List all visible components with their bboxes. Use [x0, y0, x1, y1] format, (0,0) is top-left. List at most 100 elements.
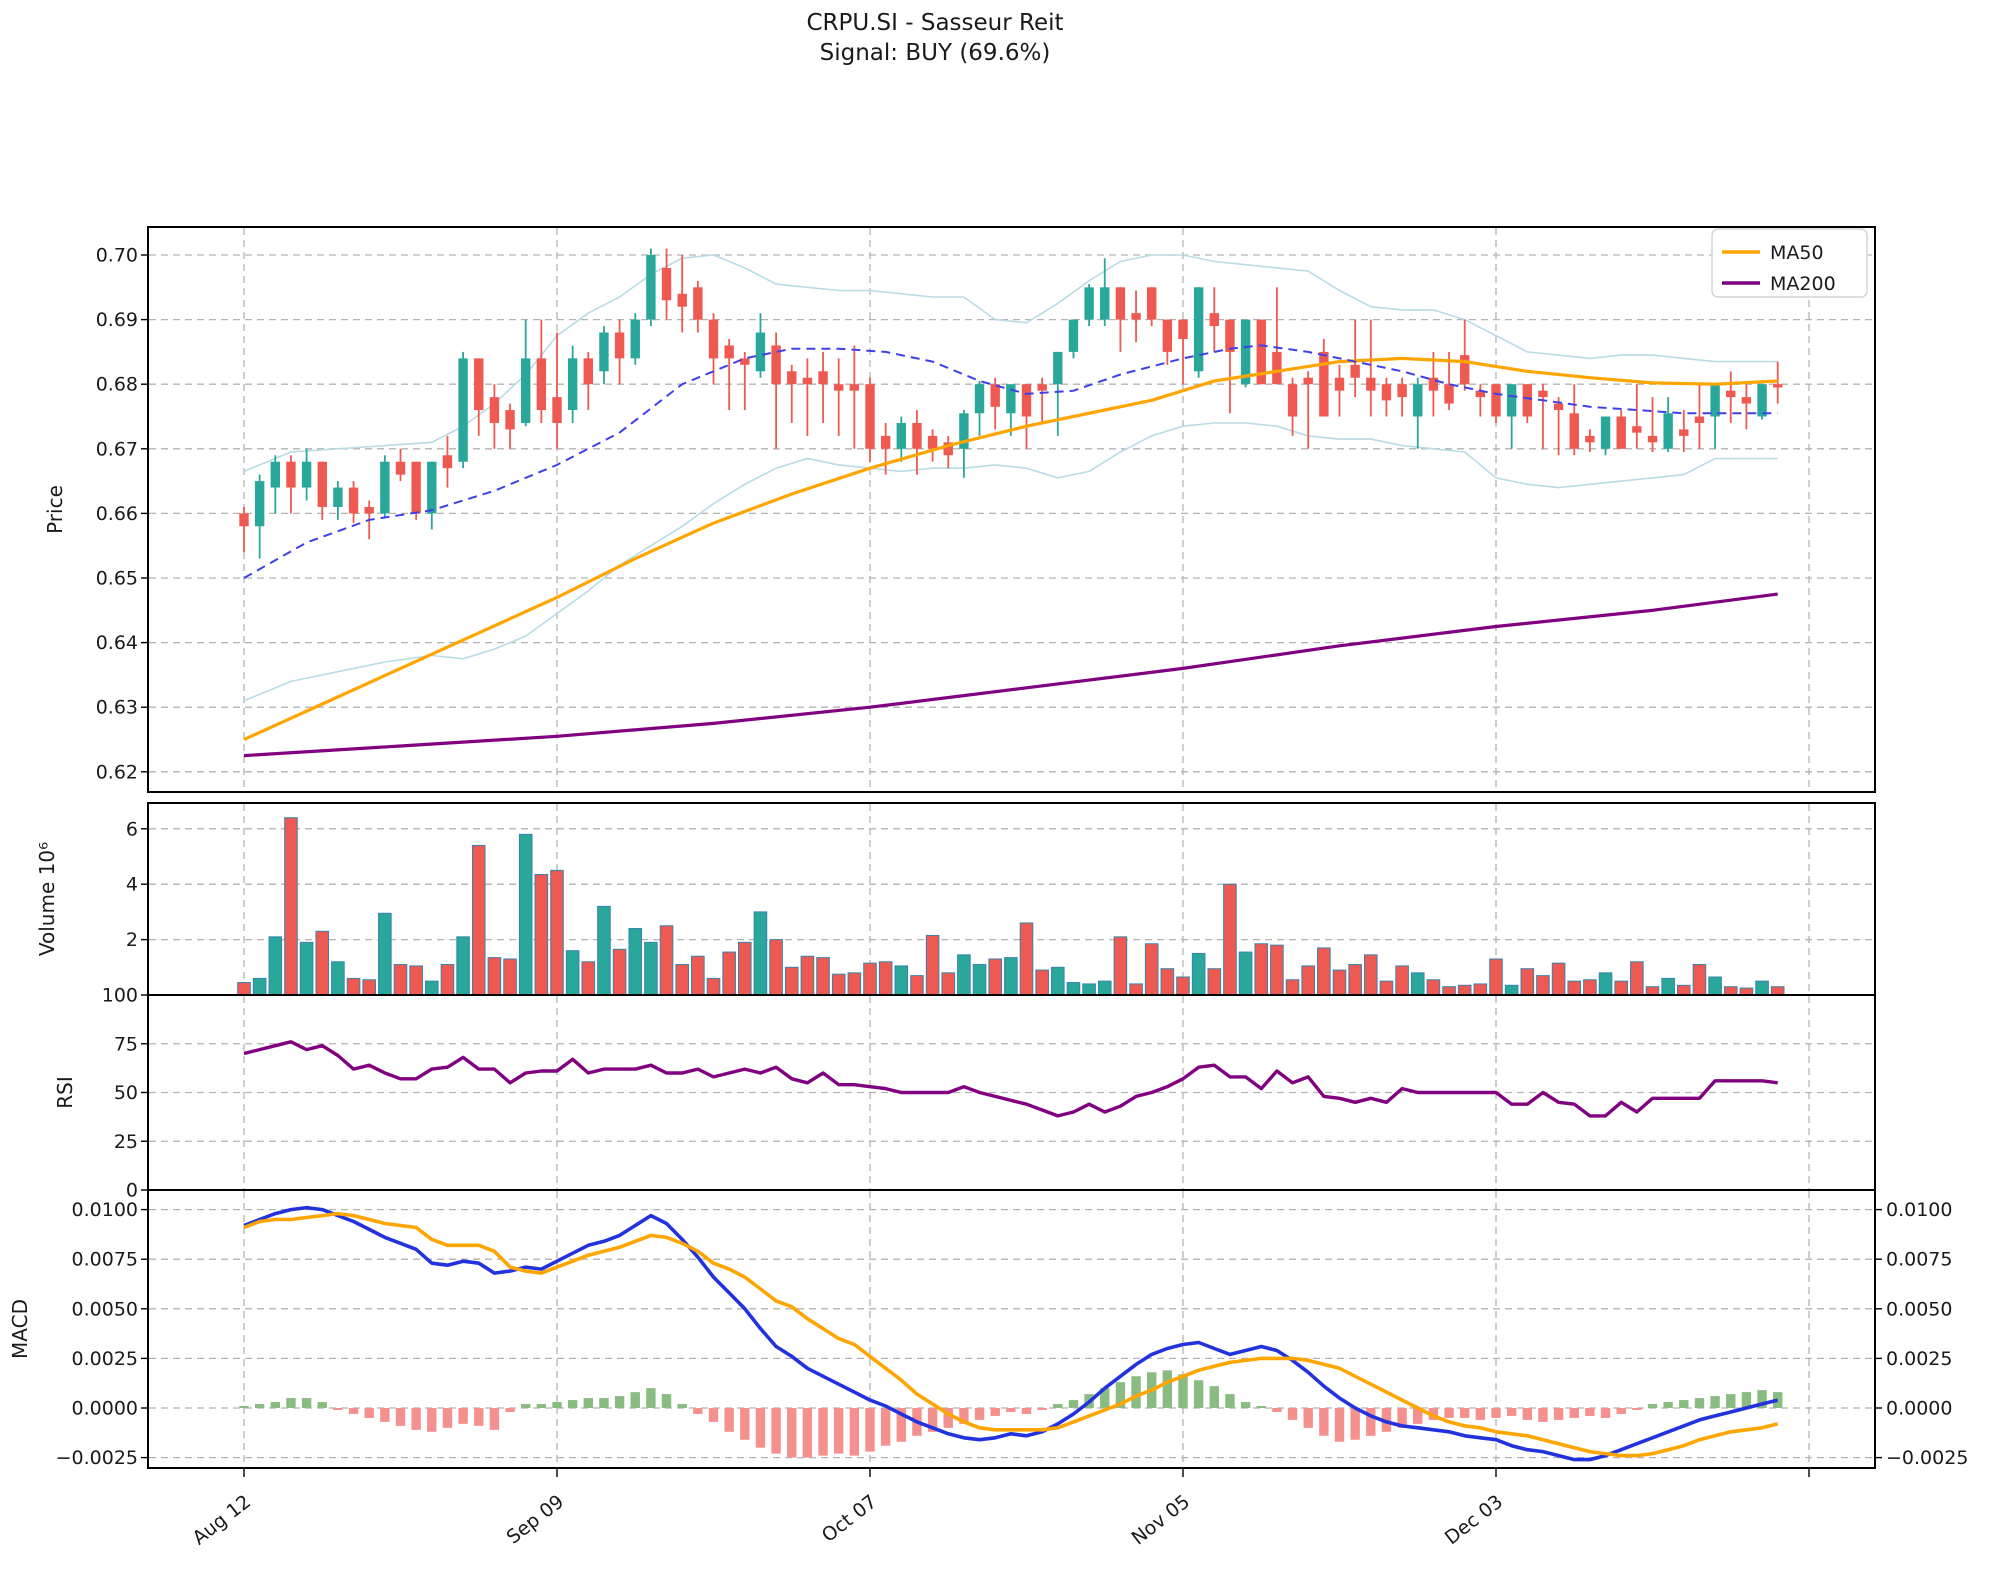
macd-hist-bar	[364, 1408, 374, 1418]
candle-body	[1616, 416, 1626, 449]
price-ytick-label: 0.63	[96, 697, 138, 719]
candle-body	[552, 397, 562, 423]
volume-bar	[1144, 943, 1159, 996]
macd-hist-bar	[1600, 1408, 1611, 1418]
volume-bar	[1504, 984, 1519, 995]
macd-hist-bar	[552, 1402, 562, 1408]
candle-body	[301, 461, 312, 488]
volume-bar	[925, 934, 940, 996]
volume-bar	[409, 965, 423, 995]
price-axis-label: Price	[43, 485, 67, 534]
macd-hist-bar	[1193, 1380, 1204, 1408]
volume-bar	[816, 957, 830, 995]
candle-body	[1491, 384, 1501, 417]
macd-hist-bar	[567, 1400, 578, 1408]
volume-bar	[691, 955, 705, 995]
volume-bar	[237, 982, 251, 995]
volume-bar	[378, 912, 392, 995]
macd-ytick-label: 0.0100	[72, 1199, 138, 1221]
candle-body	[1413, 384, 1423, 417]
candle-body	[333, 487, 343, 507]
macd-hist-bar	[990, 1408, 1000, 1416]
candle-body	[661, 267, 672, 301]
volume-bar	[1723, 986, 1738, 996]
macd-hist-bar	[1037, 1408, 1047, 1410]
price-ytick-label: 0.66	[96, 503, 138, 525]
candle-body	[1319, 351, 1329, 417]
candle-body	[1037, 384, 1047, 391]
candle-body	[880, 435, 891, 449]
macd-hist-bar	[505, 1408, 515, 1412]
macd-hist-bar	[834, 1408, 844, 1454]
rsi-ytick-label: 50	[114, 1082, 138, 1104]
volume-bar	[440, 964, 455, 996]
candle-body	[802, 377, 813, 385]
volume-ytick-label: 6	[126, 818, 138, 840]
candle-body	[489, 397, 500, 423]
volume-bar	[534, 874, 549, 996]
macd-hist-bar	[254, 1404, 265, 1408]
volume-bar	[800, 955, 815, 995]
volume-bar	[1035, 969, 1049, 996]
candlesticks	[239, 248, 1783, 559]
volume-bar	[1755, 980, 1769, 996]
macd-right-ytick-label: −0.0025	[1886, 1447, 1968, 1469]
macd-hist-bar	[1444, 1408, 1454, 1418]
volume-bar	[1739, 987, 1754, 996]
volume-bar	[1207, 968, 1222, 995]
volume-bar	[1332, 969, 1347, 996]
volume-bar	[487, 957, 502, 995]
volume-bar	[1677, 984, 1691, 995]
price-ytick-label: 0.64	[96, 632, 138, 654]
macd-hist-bar	[1272, 1408, 1282, 1412]
chart-canvas: 0.62 0.63 0.64 0.65 0.66 0.67 0.68 0.69 0.70 2 4 6 0…	[8, 226, 1968, 1550]
volume-bar	[425, 980, 439, 996]
candle-body	[912, 422, 922, 449]
candle-body	[677, 293, 687, 307]
volume-bar	[831, 973, 846, 995]
macd-hist-bar	[1726, 1394, 1736, 1408]
macd-hist-bar	[693, 1408, 703, 1414]
candle-body	[787, 371, 797, 385]
candle-body	[458, 358, 468, 462]
candle-body	[1162, 319, 1173, 352]
candle-body	[521, 358, 531, 423]
candle-body	[1679, 429, 1689, 436]
volume-bar	[1661, 977, 1675, 996]
volume-bar	[1645, 986, 1660, 996]
macd-hist-bar	[1319, 1408, 1329, 1436]
candle-body	[974, 384, 985, 414]
volume-bar	[1317, 947, 1331, 995]
volume-bar	[1019, 922, 1034, 995]
volume-bar	[659, 925, 674, 995]
x-tick-label: Dec 03	[1441, 1491, 1507, 1550]
macd-hist-bar	[708, 1408, 719, 1422]
price-ytick-label: 0.69	[96, 309, 138, 331]
macd-hist-bar	[1585, 1408, 1595, 1416]
macd-right-ytick-label: 0.0050	[1886, 1298, 1952, 1320]
candle-body	[442, 455, 453, 469]
rsi-grid	[149, 996, 1874, 1189]
volume-bar	[1160, 968, 1175, 995]
volume-bar	[988, 958, 1003, 995]
macd-hist-bar	[661, 1394, 672, 1408]
macd-hist-bar	[599, 1398, 609, 1408]
axes: 0.62 0.63 0.64 0.65 0.66 0.67 0.68 0.69 0.70 2 4 6 0…	[8, 226, 1968, 1550]
candle-body	[1303, 377, 1313, 385]
volume-bar	[252, 977, 267, 996]
candle-body	[1131, 313, 1141, 320]
volume-bar	[1473, 983, 1488, 995]
macd-hist-bar	[1366, 1408, 1376, 1436]
volume-bar	[1223, 883, 1237, 996]
volume-bar	[1113, 936, 1128, 996]
volume-bar	[1129, 983, 1143, 995]
macd-hist-bar	[677, 1404, 687, 1408]
candle-body	[239, 513, 249, 527]
candle-body	[865, 384, 875, 449]
candle-body	[1381, 384, 1392, 401]
candle-body	[1444, 384, 1454, 404]
macd-hist-bar	[818, 1408, 828, 1456]
volume-bar	[1520, 968, 1535, 995]
macd-hist-bar	[1647, 1404, 1658, 1408]
price-ytick-label: 0.68	[96, 374, 138, 396]
